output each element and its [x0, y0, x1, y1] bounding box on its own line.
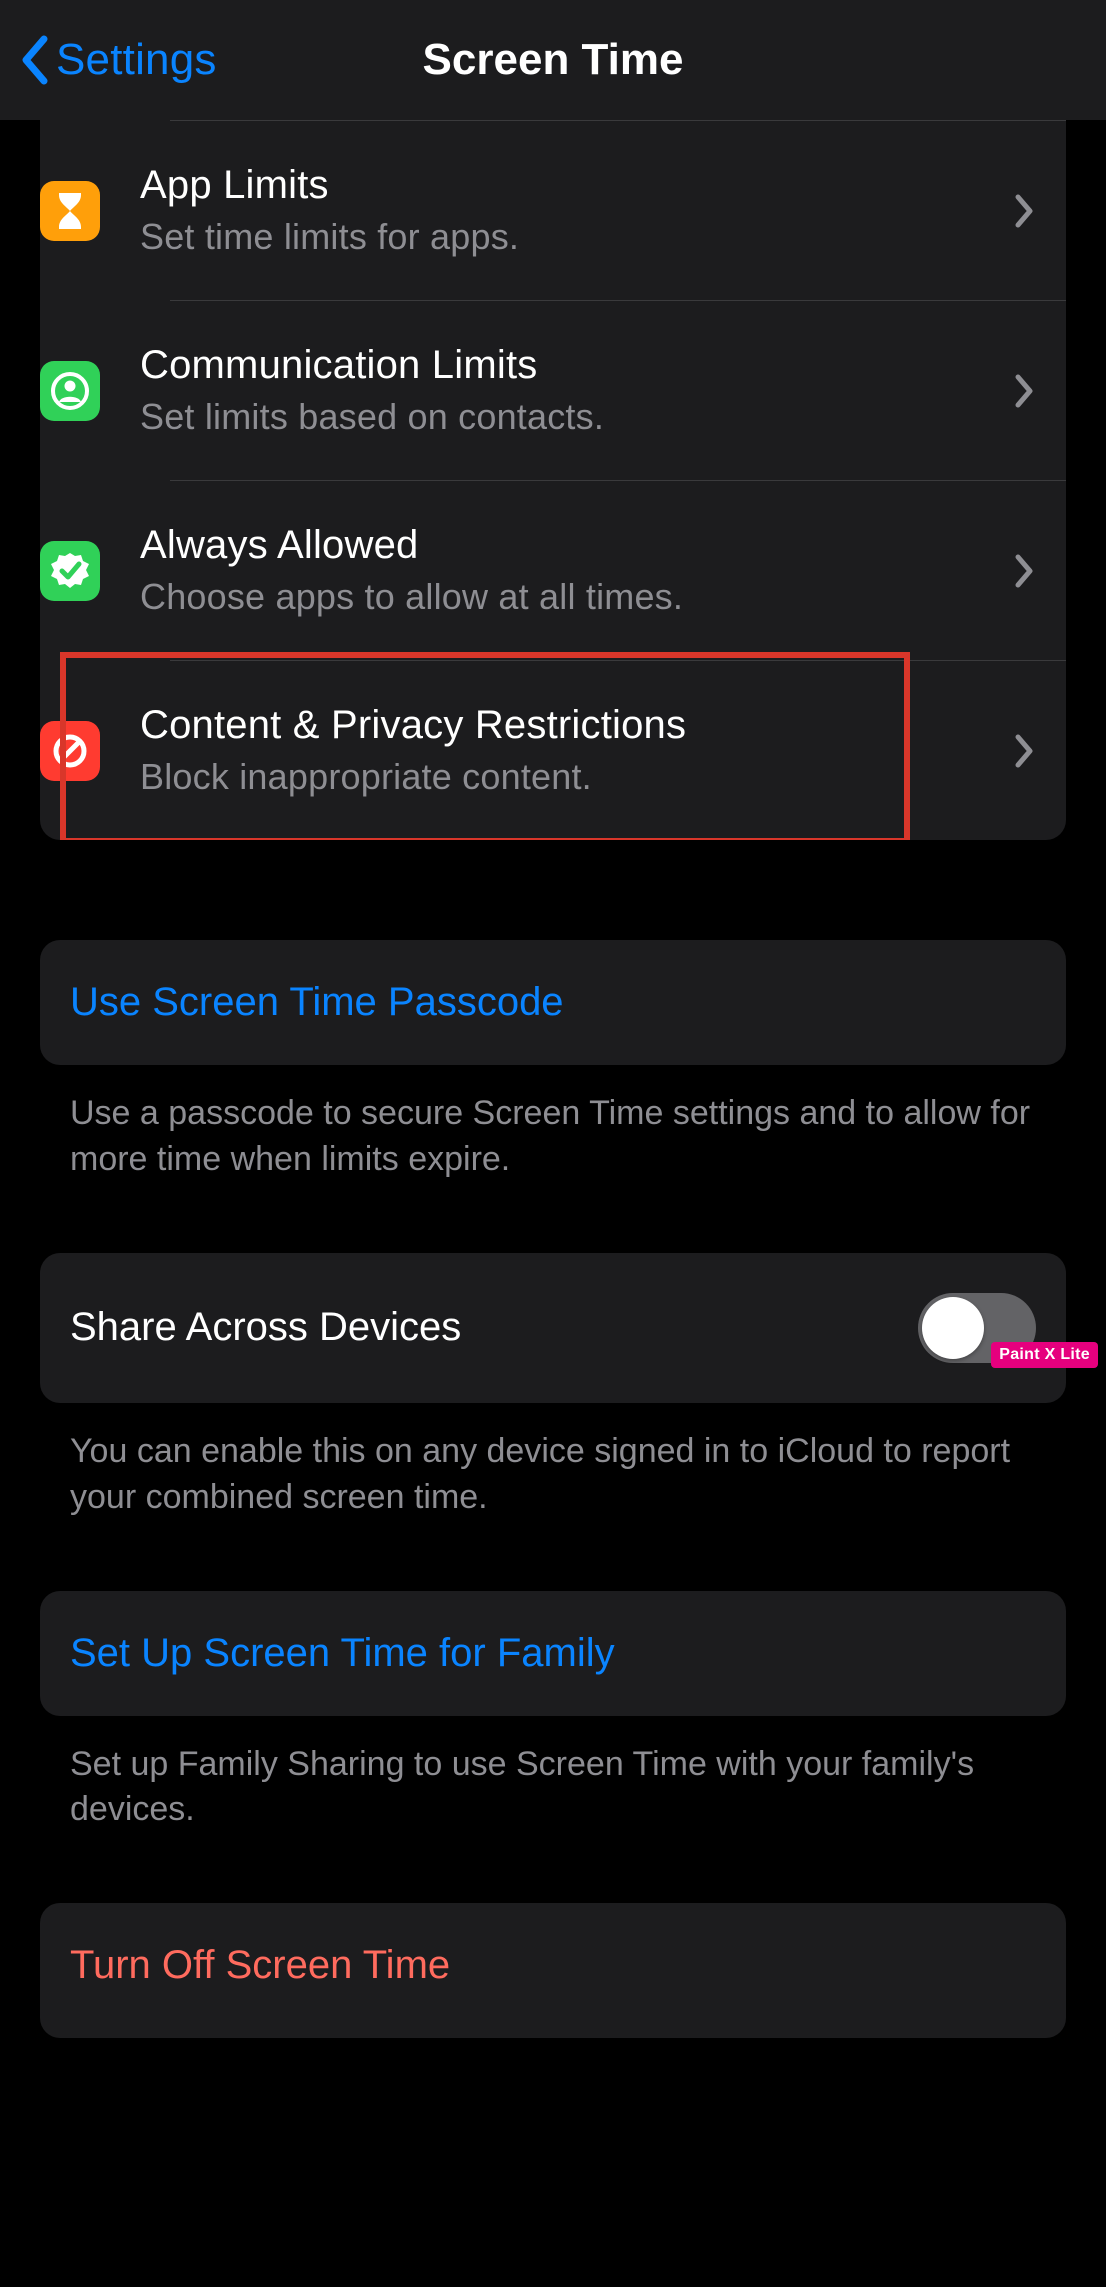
- chevron-right-icon: [1014, 193, 1036, 229]
- row-subtitle: Choose apps to allow at all times.: [140, 576, 998, 618]
- hourglass-icon: [40, 181, 100, 241]
- use-passcode-label: Use Screen Time Passcode: [70, 980, 564, 1025]
- back-button[interactable]: Settings: [20, 35, 217, 85]
- person-circle-icon: [40, 361, 100, 421]
- row-content-privacy-restrictions[interactable]: Content & Privacy Restrictions Block ina…: [170, 660, 1066, 840]
- row-title: Always Allowed: [140, 523, 998, 568]
- switch-knob: [922, 1297, 984, 1359]
- checkmark-seal-icon: [40, 541, 100, 601]
- row-subtitle: Set limits based on contacts.: [140, 396, 998, 438]
- share-footer: You can enable this on any device signed…: [40, 1403, 1066, 1521]
- passcode-footer: Use a passcode to secure Screen Time set…: [40, 1065, 1066, 1183]
- settings-list-group: App Limits Set time limits for apps.: [40, 120, 1066, 840]
- row-app-limits[interactable]: App Limits Set time limits for apps.: [170, 120, 1066, 300]
- navbar: Settings Screen Time: [0, 0, 1106, 120]
- family-label: Set Up Screen Time for Family: [70, 1631, 615, 1676]
- row-use-passcode[interactable]: Use Screen Time Passcode: [40, 940, 1066, 1065]
- back-label[interactable]: Settings: [56, 35, 217, 85]
- no-sign-icon: [40, 721, 100, 781]
- turn-off-label: Turn Off Screen Time: [70, 1943, 450, 1988]
- chevron-right-icon: [1014, 553, 1036, 589]
- row-subtitle: Set time limits for apps.: [140, 216, 998, 258]
- row-subtitle: Block inappropriate content.: [140, 756, 998, 798]
- row-turn-off[interactable]: Turn Off Screen Time: [40, 1903, 1066, 2038]
- row-always-allowed[interactable]: Always Allowed Choose apps to allow at a…: [170, 480, 1066, 660]
- row-title: Content & Privacy Restrictions: [140, 703, 998, 748]
- row-title: App Limits: [140, 163, 998, 208]
- chevron-right-icon: [1014, 373, 1036, 409]
- row-share-across-devices: Share Across Devices: [40, 1253, 1066, 1403]
- chevron-left-icon: [20, 35, 50, 85]
- row-communication-limits[interactable]: Communication Limits Set limits based on…: [170, 300, 1066, 480]
- page-title: Screen Time: [423, 35, 684, 85]
- share-label: Share Across Devices: [70, 1305, 461, 1350]
- paint-x-lite-watermark: Paint X Lite: [991, 1342, 1098, 1368]
- chevron-right-icon: [1014, 733, 1036, 769]
- row-title: Communication Limits: [140, 343, 998, 388]
- row-setup-family[interactable]: Set Up Screen Time for Family: [40, 1591, 1066, 1716]
- family-footer: Set up Family Sharing to use Screen Time…: [40, 1716, 1066, 1834]
